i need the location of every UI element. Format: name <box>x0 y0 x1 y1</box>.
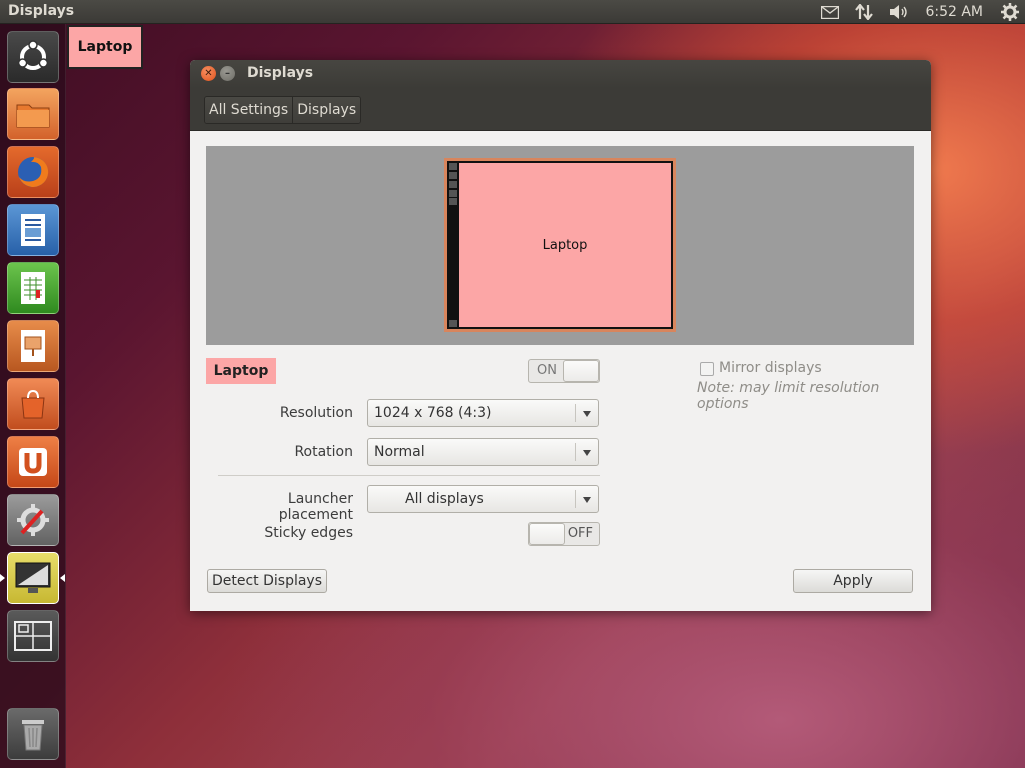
launcher-placement-value: All displays <box>405 491 484 507</box>
rotation-label: Rotation <box>294 444 353 460</box>
displays-window: ✕ – Displays All Settings Displays Lapto… <box>190 60 931 611</box>
mirror-displays-checkbox[interactable] <box>700 362 714 376</box>
running-indicator-left <box>0 574 5 582</box>
mini-launcher-item <box>449 198 457 205</box>
display-identifier-label: Laptop <box>67 25 143 69</box>
display-name: Laptop <box>206 358 276 384</box>
files-icon[interactable] <box>7 88 59 140</box>
resolution-value: 1024 x 768 (4:3) <box>374 405 492 421</box>
breadcrumb-displays[interactable]: Displays <box>292 97 361 123</box>
window-titlebar[interactable]: ✕ – Displays <box>190 60 931 88</box>
launcher-placement-label: Launcher placement <box>278 491 353 523</box>
monitor-frame: Laptop <box>447 161 673 329</box>
impress-icon[interactable] <box>7 320 59 372</box>
window-title: Displays <box>247 65 314 81</box>
divider <box>218 475 600 476</box>
switch-knob <box>563 360 599 382</box>
switch-state-label: OFF <box>567 526 593 541</box>
switch-knob <box>529 523 565 545</box>
monitor-screen: Laptop <box>459 163 671 327</box>
dropdown-separator <box>575 490 576 508</box>
dropdown-separator <box>575 404 576 422</box>
system-settings-icon[interactable] <box>7 494 59 546</box>
chevron-down-icon <box>583 497 591 503</box>
clock[interactable]: 6:52 AM <box>925 4 983 20</box>
top-panel: Displays 6:52 AM <box>0 0 1025 24</box>
breadcrumb-all-settings[interactable]: All Settings <box>205 97 293 123</box>
writer-icon[interactable] <box>7 204 59 256</box>
ubuntu-one-icon[interactable] <box>7 436 59 488</box>
mirror-note: Note: may limit resolution options <box>697 380 880 412</box>
system-tray: 6:52 AM <box>813 0 1025 24</box>
window-toolbar: All Settings Displays <box>190 88 931 131</box>
firefox-icon[interactable] <box>7 146 59 198</box>
apply-button[interactable]: Apply <box>793 569 913 593</box>
switch-state-label: ON <box>537 363 557 378</box>
mini-launcher-item <box>449 163 457 170</box>
displays-icon[interactable] <box>7 552 59 604</box>
mirror-displays-label[interactable]: Mirror displays <box>719 360 822 376</box>
calc-icon[interactable] <box>7 262 59 314</box>
launcher-placement-dropdown[interactable]: All displays <box>367 485 599 513</box>
rotation-value: Normal <box>374 444 425 460</box>
detect-displays-button[interactable]: Detect Displays <box>207 569 327 593</box>
monitor-label: Laptop <box>542 237 588 253</box>
network-icon[interactable] <box>855 4 874 20</box>
resolution-dropdown[interactable]: 1024 x 768 (4:3) <box>367 399 599 427</box>
mini-launcher-item <box>449 181 457 188</box>
mini-launcher-item <box>449 172 457 179</box>
chevron-down-icon <box>583 450 591 456</box>
gear-icon[interactable] <box>1001 3 1019 21</box>
display-arrangement-area: Laptop <box>206 146 914 345</box>
monitor-preview[interactable]: Laptop <box>444 158 676 332</box>
running-indicator-right <box>60 574 65 582</box>
volume-icon[interactable] <box>889 4 909 20</box>
dropdown-separator <box>575 443 576 461</box>
close-icon[interactable]: ✕ <box>201 66 216 81</box>
launcher <box>0 24 66 768</box>
display-power-switch[interactable]: ON <box>528 359 600 383</box>
sticky-edges-switch[interactable]: OFF <box>528 522 600 546</box>
trash-icon[interactable] <box>7 708 59 760</box>
rotation-dropdown[interactable]: Normal <box>367 438 599 466</box>
minimize-icon[interactable]: – <box>220 66 235 81</box>
chevron-down-icon <box>583 411 591 417</box>
mini-launcher-item <box>449 190 457 197</box>
software-center-icon[interactable] <box>7 378 59 430</box>
sticky-edges-label: Sticky edges <box>264 525 353 541</box>
ubuntu-dash-icon[interactable] <box>7 31 59 83</box>
mini-launcher-item <box>449 320 457 327</box>
active-app-title: Displays <box>8 3 75 19</box>
resolution-label: Resolution <box>279 405 353 421</box>
breadcrumb: All Settings Displays <box>204 96 362 124</box>
mail-icon[interactable] <box>821 5 840 19</box>
workspace-switcher-icon[interactable] <box>7 610 59 662</box>
